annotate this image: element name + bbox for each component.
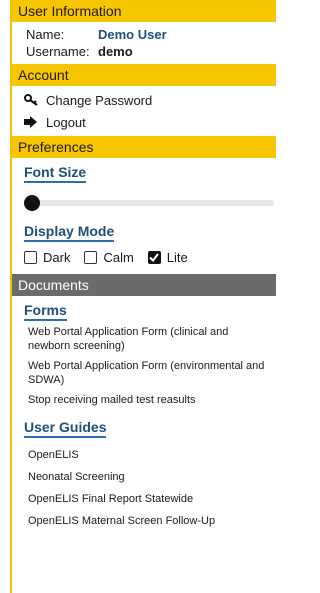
account-header: Account	[12, 64, 276, 86]
mode-lite-checkbox[interactable]	[147, 250, 161, 264]
font-size-slider-handle[interactable]	[24, 195, 40, 211]
preferences-header: Preferences	[12, 136, 276, 158]
font-size-slider-track	[28, 200, 274, 206]
user-menu-panel: User Information Name: Demo User Usernam…	[10, 0, 276, 593]
mode-calm-checkbox[interactable]	[84, 250, 98, 264]
mode-dark-option[interactable]: Dark	[24, 250, 70, 265]
guide-link-final-report[interactable]: OpenELIS Final Report Statewide	[28, 488, 276, 510]
logout-link[interactable]: Logout	[24, 111, 276, 133]
name-label: Name:	[26, 27, 65, 42]
username-value: demo	[98, 44, 133, 59]
username-label: Username:	[26, 44, 90, 59]
guide-link-maternal[interactable]: OpenELIS Maternal Screen Follow-Up	[28, 510, 276, 532]
mode-dark-label: Dark	[43, 249, 71, 265]
change-password-label: Change Password	[46, 92, 153, 108]
key-icon	[24, 94, 46, 106]
mode-lite-label: Lite	[166, 249, 188, 265]
font-size-title: Font Size	[24, 164, 87, 183]
name-value: Demo User	[98, 27, 167, 42]
mode-calm-label: Calm	[103, 249, 134, 265]
documents-header: Documents	[12, 274, 276, 296]
mode-calm-option[interactable]: Calm	[84, 249, 134, 265]
display-mode-options: Dark Calm Lite	[24, 248, 276, 266]
display-mode-title: Display Mode	[24, 223, 115, 242]
guide-link-neonatal[interactable]: Neonatal Screening	[28, 466, 276, 488]
change-password-link[interactable]: Change Password	[24, 89, 276, 111]
forms-list: Web Portal Application Form (clinical an…	[24, 321, 276, 417]
user-information-section: Name: Demo User Username: demo	[12, 22, 276, 64]
username-row: Username: demo	[26, 43, 276, 60]
mode-dark-checkbox[interactable]	[24, 250, 37, 264]
name-row: Name: Demo User	[26, 26, 276, 43]
form-link-stop-mail[interactable]: Stop receiving mailed test reasults	[28, 393, 276, 407]
user-information-header: User Information	[12, 0, 276, 22]
logout-label: Logout	[46, 114, 86, 130]
logout-icon	[24, 116, 46, 128]
font-size-slider[interactable]	[24, 195, 276, 211]
forms-title: Forms	[24, 302, 67, 321]
user-guides-list: OpenELIS Neonatal Screening OpenELIS Fin…	[24, 438, 276, 532]
documents-section: Forms Web Portal Application Form (clini…	[12, 296, 276, 536]
form-link-environmental[interactable]: Web Portal Application Form (environment…	[28, 359, 276, 387]
preferences-section: Font Size Display Mode Dark Calm Lite	[12, 158, 276, 274]
mode-lite-option[interactable]: Lite	[147, 249, 188, 265]
user-guides-title: User Guides	[24, 419, 107, 438]
account-section: Change Password Logout	[12, 86, 276, 136]
guide-link-openelis[interactable]: OpenELIS	[28, 444, 276, 466]
form-link-clinical[interactable]: Web Portal Application Form (clinical an…	[28, 325, 276, 353]
check-icon	[149, 252, 160, 262]
